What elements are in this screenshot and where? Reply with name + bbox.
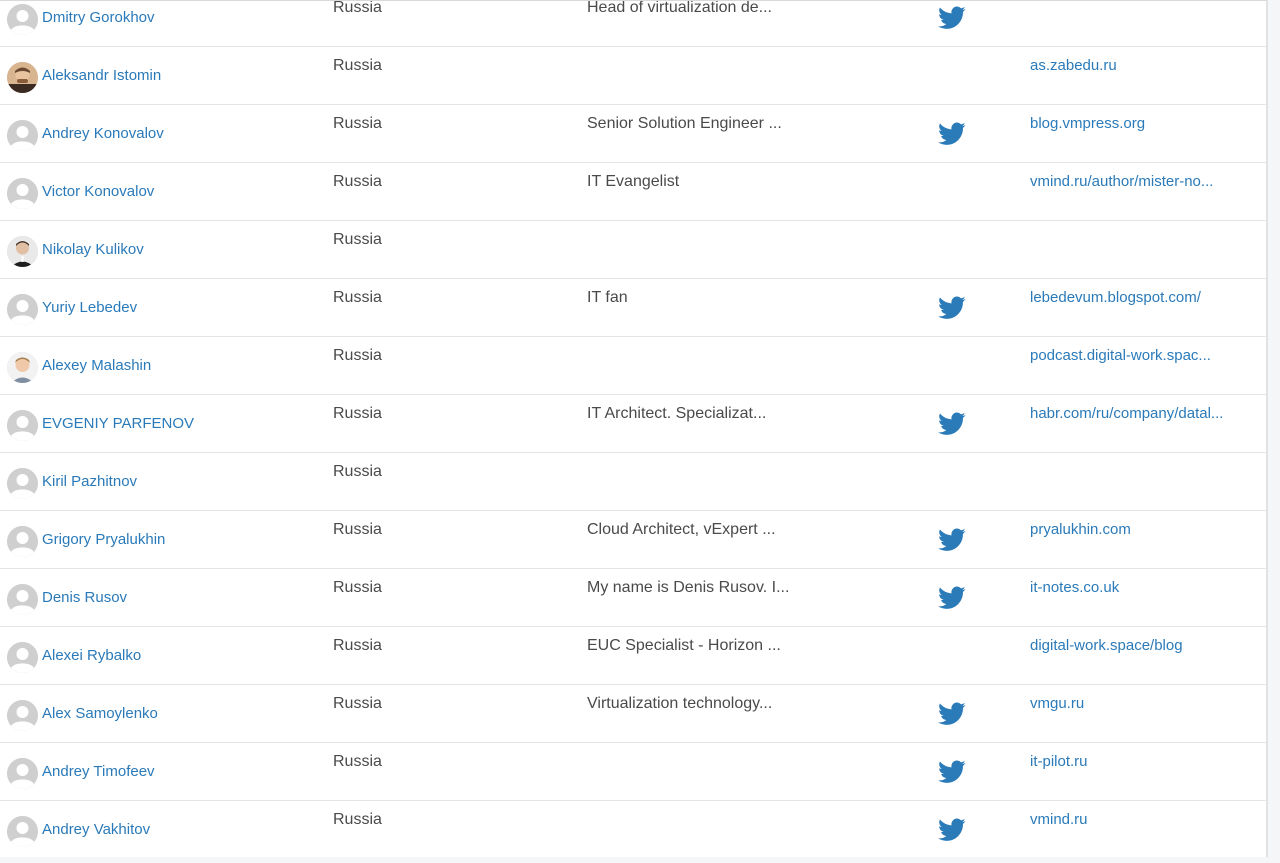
website-link[interactable]: habr.com/ru/company/datal... [1030, 405, 1254, 422]
table-row: Victor Konovalov Russia IT Evangelist vm… [0, 163, 1266, 221]
person-name-link[interactable]: Dmitry Gorokhov [42, 9, 155, 26]
photo-avatar[interactable] [7, 236, 38, 267]
bio-text: Cloud Architect, vExpert ... [587, 521, 776, 538]
website-link[interactable]: pryalukhin.com [1030, 521, 1254, 538]
table-row: Aleksandr Istomin Russia as.zabedu.ru [0, 47, 1266, 105]
bio-text: Head of virtualization de... [587, 0, 772, 16]
person-name-link[interactable]: Nikolay Kulikov [42, 241, 144, 258]
person-name-link[interactable]: Alexei Rybalko [42, 647, 141, 664]
table-row: Alex Samoylenko Russia Virtualization te… [0, 685, 1266, 743]
twitter-icon[interactable] [938, 412, 966, 436]
people-list: Dmitry Gorokhov Russia Head of virtualiz… [0, 0, 1266, 857]
twitter-icon[interactable] [938, 296, 966, 320]
table-row: Andrey Timofeev Russia it-pilot.ru [0, 743, 1266, 801]
default-avatar-icon[interactable] [7, 120, 38, 151]
person-name-link[interactable]: Andrey Vakhitov [42, 821, 150, 838]
bio-text: IT Architect. Specializat... [587, 405, 767, 422]
website-link[interactable]: podcast.digital-work.spac... [1030, 347, 1254, 364]
website-link[interactable]: vmind.ru [1030, 811, 1254, 828]
country-text: Russia [333, 115, 382, 132]
bio-text: EUC Specialist - Horizon ... [587, 637, 781, 654]
country-text: Russia [333, 347, 382, 364]
default-avatar-icon[interactable] [7, 4, 38, 35]
country-text: Russia [333, 463, 382, 480]
bio-text: Senior Solution Engineer ... [587, 115, 782, 132]
people-table: Dmitry Gorokhov Russia Head of virtualiz… [0, 0, 1268, 857]
table-row: EVGENIY PARFENOV Russia IT Architect. Sp… [0, 395, 1266, 453]
country-text: Russia [333, 173, 382, 190]
table-row: Andrey Konovalov Russia Senior Solution … [0, 105, 1266, 163]
default-avatar-icon[interactable] [7, 294, 38, 325]
twitter-icon[interactable] [938, 6, 966, 30]
twitter-icon[interactable] [938, 122, 966, 146]
table-row: Denis Rusov Russia My name is Denis Ruso… [0, 569, 1266, 627]
person-name-link[interactable]: Aleksandr Istomin [42, 67, 161, 84]
website-link[interactable]: it-notes.co.uk [1030, 579, 1254, 596]
scrollbar-track[interactable] [1268, 0, 1280, 863]
country-text: Russia [333, 753, 382, 770]
default-avatar-icon[interactable] [7, 758, 38, 789]
person-name-link[interactable]: Andrey Konovalov [42, 125, 164, 142]
person-name-link[interactable]: EVGENIY PARFENOV [42, 415, 194, 432]
country-text: Russia [333, 637, 382, 654]
website-link[interactable]: blog.vmpress.org [1030, 115, 1254, 132]
photo-avatar[interactable] [7, 62, 38, 93]
website-link[interactable]: digital-work.space/blog [1030, 637, 1254, 654]
bio-text: IT Evangelist [587, 173, 680, 190]
country-text: Russia [333, 695, 382, 712]
twitter-icon[interactable] [938, 586, 966, 610]
twitter-icon[interactable] [938, 528, 966, 552]
twitter-icon[interactable] [938, 702, 966, 726]
default-avatar-icon[interactable] [7, 178, 38, 209]
table-row: Alexey Malashin Russia podcast.digital-w… [0, 337, 1266, 395]
bio-text: Virtualization technology... [587, 695, 773, 712]
table-row: Yuriy Lebedev Russia IT fan lebedevum.bl… [0, 279, 1266, 337]
default-avatar-icon[interactable] [7, 410, 38, 441]
person-name-link[interactable]: Andrey Timofeev [42, 763, 155, 780]
country-text: Russia [333, 231, 382, 248]
person-name-link[interactable]: Yuriy Lebedev [42, 299, 137, 316]
country-text: Russia [333, 811, 382, 828]
website-link[interactable]: vmgu.ru [1030, 695, 1254, 712]
person-name-link[interactable]: Grigory Pryalukhin [42, 531, 165, 548]
photo-avatar[interactable] [7, 352, 38, 383]
person-name-link[interactable]: Kiril Pazhitnov [42, 473, 137, 490]
country-text: Russia [333, 289, 382, 306]
table-row: Nikolay Kulikov Russia [0, 221, 1266, 279]
person-name-link[interactable]: Victor Konovalov [42, 183, 154, 200]
country-text: Russia [333, 579, 382, 596]
bio-text: My name is Denis Rusov. I... [587, 579, 790, 596]
table-row: Dmitry Gorokhov Russia Head of virtualiz… [0, 0, 1266, 47]
website-link[interactable]: vmind.ru/author/mister-no... [1030, 173, 1254, 190]
country-text: Russia [333, 57, 382, 74]
table-row: Andrey Vakhitov Russia vmind.ru [0, 801, 1266, 857]
twitter-icon[interactable] [938, 818, 966, 842]
person-name-link[interactable]: Denis Rusov [42, 589, 127, 606]
country-text: Russia [333, 0, 382, 16]
website-link[interactable]: it-pilot.ru [1030, 753, 1254, 770]
person-name-link[interactable]: Alexey Malashin [42, 357, 151, 374]
default-avatar-icon[interactable] [7, 816, 38, 847]
person-name-link[interactable]: Alex Samoylenko [42, 705, 158, 722]
website-link[interactable]: as.zabedu.ru [1030, 57, 1254, 74]
bio-text: IT fan [587, 289, 628, 306]
default-avatar-icon[interactable] [7, 526, 38, 557]
website-link[interactable]: lebedevum.blogspot.com/ [1030, 289, 1254, 306]
default-avatar-icon[interactable] [7, 700, 38, 731]
default-avatar-icon[interactable] [7, 642, 38, 673]
country-text: Russia [333, 521, 382, 538]
default-avatar-icon[interactable] [7, 468, 38, 499]
country-text: Russia [333, 405, 382, 422]
table-row: Alexei Rybalko Russia EUC Specialist - H… [0, 627, 1266, 685]
table-row: Kiril Pazhitnov Russia [0, 453, 1266, 511]
default-avatar-icon[interactable] [7, 584, 38, 615]
table-row: Grigory Pryalukhin Russia Cloud Architec… [0, 511, 1266, 569]
twitter-icon[interactable] [938, 760, 966, 784]
